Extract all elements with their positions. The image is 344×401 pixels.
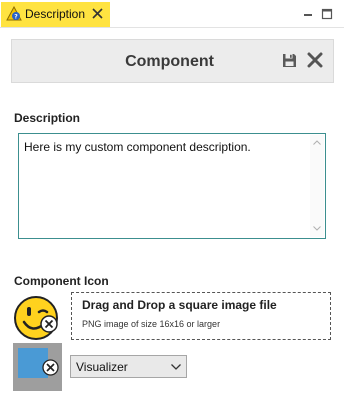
image-drop-zone[interactable]: Drag and Drop a square image file PNG im…	[71, 292, 331, 340]
drop-zone-subtitle: PNG image of size 16x16 or larger	[82, 319, 221, 329]
scroll-up-icon[interactable]	[313, 140, 321, 145]
warning-info-icon: ?	[6, 6, 22, 21]
tab-label: Description	[25, 7, 86, 21]
description-label: Description	[14, 111, 81, 125]
component-icon-preview	[14, 296, 58, 340]
tab-close-icon[interactable]	[91, 7, 104, 20]
remove-icon-button[interactable]	[40, 315, 58, 333]
page-title: Component	[125, 53, 214, 70]
drop-zone-title: Drag and Drop a square image file	[82, 298, 277, 312]
scroll-down-icon[interactable]	[313, 226, 321, 231]
tab-description[interactable]: ? Description	[1, 2, 110, 27]
save-icon[interactable]	[282, 53, 297, 68]
description-text: Here is my custom component description.	[24, 140, 251, 154]
view-type-select[interactable]: Visualizer	[70, 355, 187, 378]
close-icon[interactable]	[307, 52, 323, 68]
tab-bar: ? Description	[0, 0, 344, 28]
maximize-icon[interactable]	[321, 8, 333, 20]
minimize-icon[interactable]	[302, 8, 314, 20]
remove-image-button[interactable]	[42, 359, 59, 376]
description-textarea[interactable]: Here is my custom component description.	[18, 133, 326, 239]
view-type-selected: Visualizer	[76, 360, 128, 374]
description-scrollbar[interactable]	[310, 135, 324, 237]
component-icon-label: Component Icon	[14, 274, 109, 288]
component-header: Component	[11, 39, 334, 83]
view-image-tile	[13, 343, 62, 391]
chevron-down-icon	[171, 364, 181, 370]
svg-text:?: ?	[14, 14, 18, 21]
